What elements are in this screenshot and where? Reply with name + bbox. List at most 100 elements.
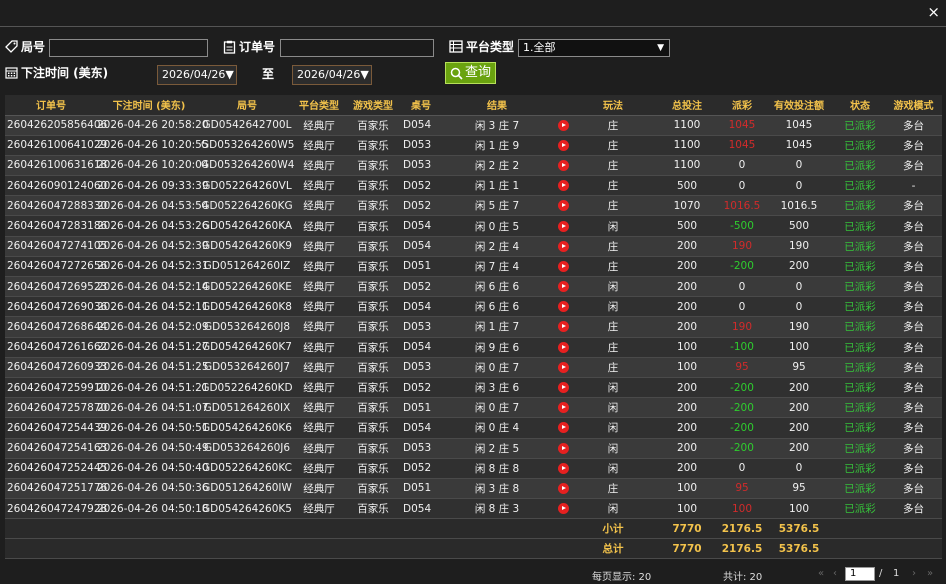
table-no: D054 bbox=[401, 215, 441, 237]
play-video-icon[interactable] bbox=[557, 119, 569, 131]
play-video-icon[interactable] bbox=[557, 139, 569, 151]
per-page-label: 每页显示: 20 bbox=[592, 572, 652, 583]
payout: -100 bbox=[721, 337, 763, 358]
play-video-icon[interactable] bbox=[557, 260, 569, 272]
video-cell[interactable] bbox=[553, 397, 573, 419]
game-mode: 多台 bbox=[885, 498, 942, 520]
result: 闲 8 庄 8 bbox=[441, 458, 553, 479]
order-id: 260426047257870 bbox=[5, 397, 107, 419]
round-id: GD051264260IX bbox=[201, 397, 293, 419]
bet-time: 2026-04-26 04:50:40 bbox=[97, 458, 209, 479]
play-video-icon[interactable] bbox=[557, 482, 569, 494]
date-to-picker[interactable]: 2026/04/26▼ bbox=[292, 65, 372, 85]
round-input[interactable] bbox=[49, 39, 208, 57]
platform: 经典厅 bbox=[293, 155, 345, 177]
game-type: 百家乐 bbox=[345, 357, 401, 378]
order-id: 260426047272656 bbox=[5, 256, 107, 278]
play-type: 庄 bbox=[573, 155, 653, 177]
bet-time: 2026-04-26 04:52:14 bbox=[97, 276, 209, 298]
video-cell[interactable] bbox=[553, 357, 573, 378]
video-cell[interactable] bbox=[553, 417, 573, 439]
play-video-icon[interactable] bbox=[557, 281, 569, 293]
video-cell[interactable] bbox=[553, 135, 573, 156]
video-cell[interactable] bbox=[553, 256, 573, 278]
first-page-icon[interactable]: « bbox=[818, 568, 824, 579]
video-cell[interactable] bbox=[553, 115, 573, 136]
play-video-icon[interactable] bbox=[557, 220, 569, 232]
play-video-icon[interactable] bbox=[557, 341, 569, 353]
page-number-input[interactable]: 1 bbox=[845, 567, 875, 581]
close-icon[interactable]: × bbox=[927, 4, 940, 20]
video-cell[interactable] bbox=[553, 276, 573, 298]
calendar-icon bbox=[5, 67, 18, 79]
play-video-icon[interactable] bbox=[557, 361, 569, 373]
play-video-icon[interactable] bbox=[557, 402, 569, 414]
query-button[interactable]: 查询 bbox=[445, 62, 496, 84]
status-badge: 已派彩 bbox=[835, 296, 885, 318]
status-badge: 已派彩 bbox=[835, 438, 885, 459]
total-label: 总计 bbox=[573, 538, 653, 560]
play-video-icon[interactable] bbox=[557, 503, 569, 515]
play-video-icon[interactable] bbox=[557, 200, 569, 212]
play-video-icon[interactable] bbox=[557, 180, 569, 192]
round-filter-label: 局号 bbox=[5, 38, 45, 55]
subtotal-row: 小计 7770 2176.5 5376.5 bbox=[5, 518, 942, 540]
last-page-icon[interactable]: » bbox=[927, 568, 933, 579]
total-bet: 100 bbox=[653, 498, 721, 520]
result: 闲 2 庄 4 bbox=[441, 236, 553, 257]
play-video-icon[interactable] bbox=[557, 321, 569, 333]
platform: 经典厅 bbox=[293, 175, 345, 197]
video-cell[interactable] bbox=[553, 215, 573, 237]
total-valid-bet: 5376.5 bbox=[763, 538, 835, 560]
subtotal-payout: 2176.5 bbox=[721, 518, 763, 540]
order-input[interactable] bbox=[280, 39, 434, 57]
play-type: 闲 bbox=[573, 215, 653, 237]
play-video-icon[interactable] bbox=[557, 240, 569, 252]
date-from-picker[interactable]: 2026/04/26▼ bbox=[157, 65, 237, 85]
order-id: 260426047254439 bbox=[5, 417, 107, 439]
bet-time: 2026-04-26 04:51:21 bbox=[97, 377, 209, 399]
table-row: 260426047283186 2026-04-26 04:53:26 GD0542… bbox=[5, 215, 942, 237]
video-cell[interactable] bbox=[553, 458, 573, 479]
total-bet: 200 bbox=[653, 377, 721, 399]
valid-bet: 1016.5 bbox=[763, 195, 835, 217]
video-cell[interactable] bbox=[553, 438, 573, 459]
video-cell[interactable] bbox=[553, 155, 573, 177]
video-cell[interactable] bbox=[553, 377, 573, 399]
prev-page-icon[interactable]: ‹ bbox=[833, 568, 837, 579]
video-cell[interactable] bbox=[553, 478, 573, 500]
game-mode: 多台 bbox=[885, 478, 942, 500]
table-row: 260426047259910 2026-04-26 04:51:21 GD0522… bbox=[5, 377, 942, 399]
play-video-icon[interactable] bbox=[557, 159, 569, 171]
round-label: 局号 bbox=[21, 40, 46, 54]
valid-bet: 100 bbox=[763, 498, 835, 520]
header-platform: 平台类型 bbox=[293, 95, 345, 116]
platform-select[interactable]: 1.全部 ▼ bbox=[518, 39, 670, 57]
payout: 100 bbox=[721, 498, 763, 520]
play-video-icon[interactable] bbox=[557, 442, 569, 454]
video-cell[interactable] bbox=[553, 175, 573, 197]
video-cell[interactable] bbox=[553, 498, 573, 520]
next-page-icon[interactable]: › bbox=[912, 568, 916, 579]
status-badge: 已派彩 bbox=[835, 155, 885, 177]
game-mode: 多台 bbox=[885, 337, 942, 358]
video-cell[interactable] bbox=[553, 337, 573, 358]
valid-bet: 0 bbox=[763, 458, 835, 479]
total-bet: 100 bbox=[653, 357, 721, 378]
total-bet: 200 bbox=[653, 397, 721, 419]
result: 闲 1 庄 7 bbox=[441, 316, 553, 338]
video-cell[interactable] bbox=[553, 296, 573, 318]
status-badge: 已派彩 bbox=[835, 195, 885, 217]
play-video-icon[interactable] bbox=[557, 422, 569, 434]
video-cell[interactable] bbox=[553, 236, 573, 257]
video-cell[interactable] bbox=[553, 195, 573, 217]
play-video-icon[interactable] bbox=[557, 382, 569, 394]
status-badge: 已派彩 bbox=[835, 397, 885, 419]
play-video-icon[interactable] bbox=[557, 462, 569, 474]
platform: 经典厅 bbox=[293, 215, 345, 237]
result: 闲 3 庄 6 bbox=[441, 377, 553, 399]
result: 闲 0 庄 7 bbox=[441, 397, 553, 419]
valid-bet: 0 bbox=[763, 296, 835, 318]
video-cell[interactable] bbox=[553, 316, 573, 338]
play-video-icon[interactable] bbox=[557, 301, 569, 313]
